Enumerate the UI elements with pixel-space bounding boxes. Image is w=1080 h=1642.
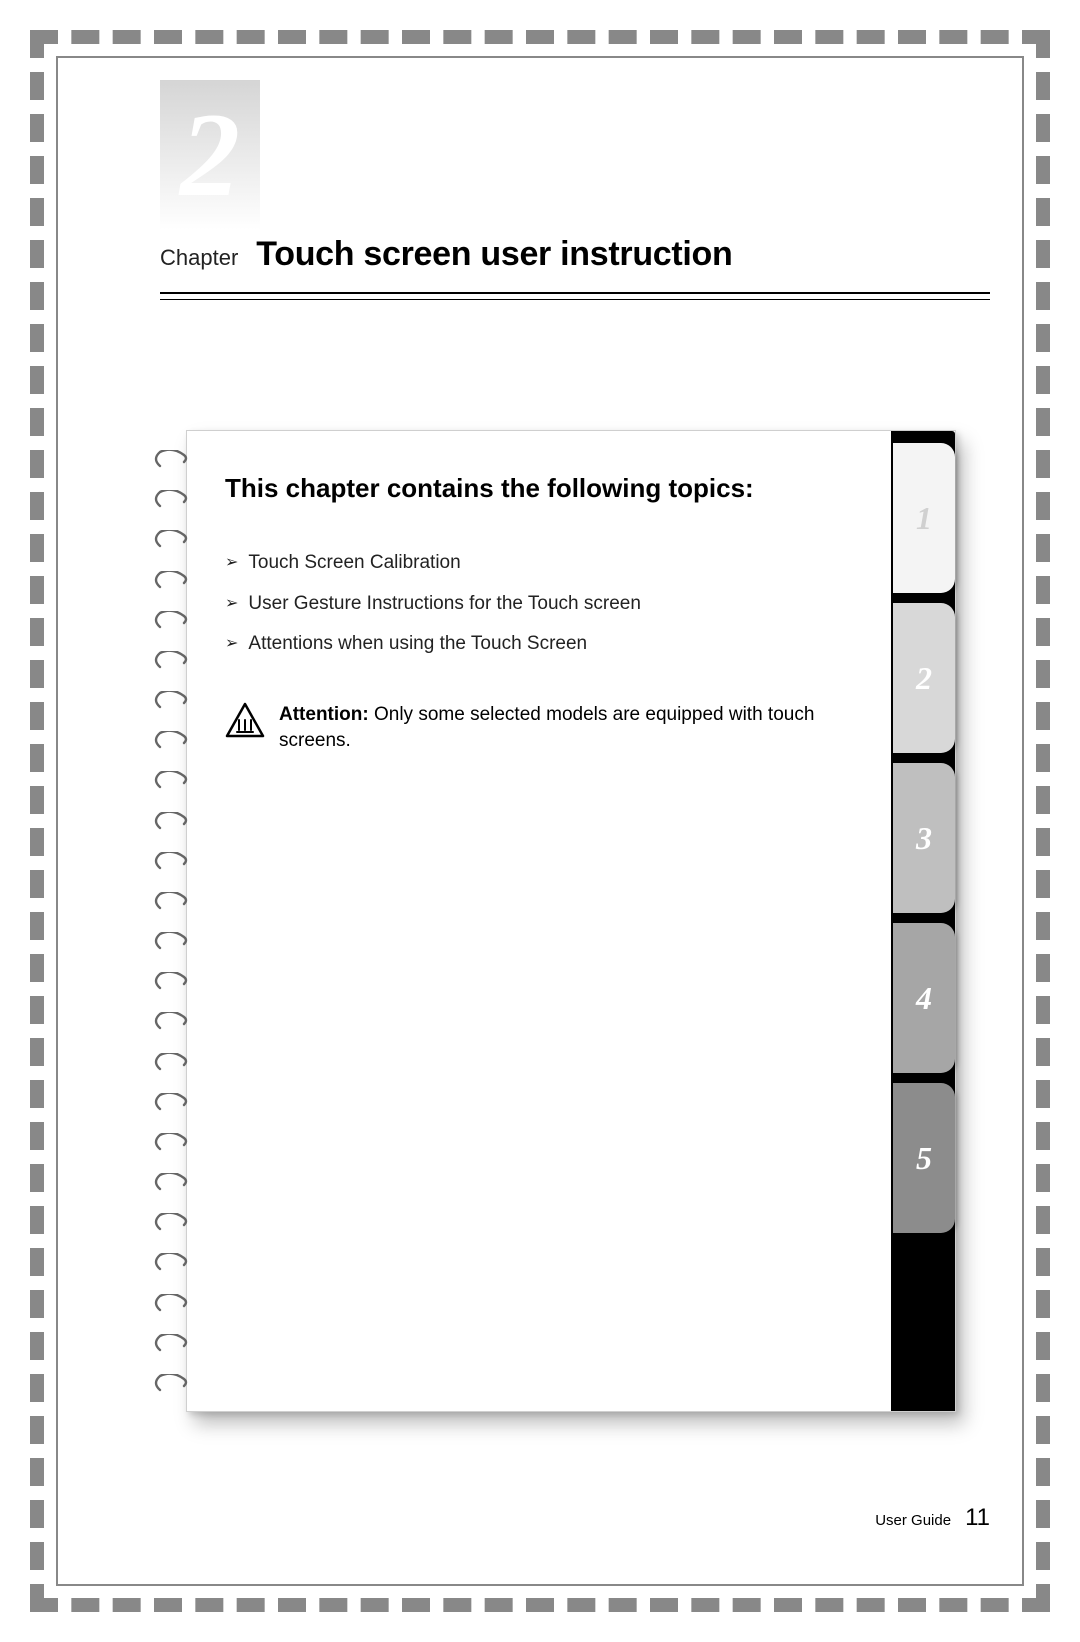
topics-list: ➢ Touch Screen Calibration ➢ User Gestur… [225,550,855,658]
attention-note: Attention: Only some selected models are… [225,702,855,755]
chapter-label: Chapter [160,245,238,271]
topic-text: Touch Screen Calibration [248,550,460,577]
notebook-rings [154,450,194,1392]
tab-3: 3 [893,763,955,913]
page-number: 11 [965,1504,990,1532]
topic-text: User Gesture Instructions for the Touch … [248,591,641,618]
ring-icon [154,571,188,589]
chevron-right-icon: ➢ [225,550,238,574]
list-item: ➢ Attentions when using the Touch Screen [225,631,855,658]
chapter-heading-row: Chapter Touch screen user instruction [160,235,990,274]
ring-icon [154,450,188,468]
ring-icon [154,892,188,910]
ring-icon [154,1093,188,1111]
notebook-content: This chapter contains the following topi… [225,471,855,1391]
tab-label: 4 [916,980,932,1017]
notebook-container: 1 2 3 4 5 This chapter contains the foll… [160,430,990,1442]
page-footer: User Guide 11 [875,1504,990,1532]
ring-icon [154,1173,188,1191]
chapter-title: Touch screen user instruction [256,235,732,274]
ring-icon [154,490,188,508]
ring-icon [154,1374,188,1392]
warning-hot-icon [225,702,265,738]
page-content: 2 Chapter Touch screen user instruction [80,80,1000,1562]
list-item: ➢ User Gesture Instructions for the Touc… [225,591,855,618]
attention-label: Attention: [279,704,369,725]
ring-icon [154,852,188,870]
ring-icon [154,1253,188,1271]
chevron-right-icon: ➢ [225,631,238,655]
tab-2: 2 [893,603,955,753]
chapter-number-box: 2 [160,80,260,230]
ring-icon [154,1053,188,1071]
chapter-number: 2 [180,95,240,215]
tab-label: 2 [916,660,932,697]
tab-5: 5 [893,1083,955,1233]
ring-icon [154,731,188,749]
ring-icon [154,1213,188,1231]
ring-icon [154,1334,188,1352]
tab-label: 1 [916,500,932,537]
tab-1: 1 [893,443,955,593]
ring-icon [154,651,188,669]
notebook-page: 1 2 3 4 5 This chapter contains the foll… [186,430,956,1412]
tab-4: 4 [893,923,955,1073]
ring-icon [154,1012,188,1030]
list-item: ➢ Touch Screen Calibration [225,550,855,577]
topics-heading: This chapter contains the following topi… [225,471,855,506]
ring-icon [154,812,188,830]
ring-icon [154,771,188,789]
tab-strip: 1 2 3 4 5 [891,431,955,1411]
ring-icon [154,932,188,950]
chevron-right-icon: ➢ [225,591,238,615]
footer-label: User Guide [875,1512,951,1529]
ring-icon [154,691,188,709]
ring-icon [154,611,188,629]
tab-label: 5 [916,1140,932,1177]
chapter-title-rule [160,292,990,300]
topic-text: Attentions when using the Touch Screen [248,631,587,658]
ring-icon [154,1133,188,1151]
ring-icon [154,972,188,990]
ring-icon [154,1294,188,1312]
tab-label: 3 [916,820,932,857]
attention-text: Attention: Only some selected models are… [279,702,855,755]
ring-icon [154,530,188,548]
